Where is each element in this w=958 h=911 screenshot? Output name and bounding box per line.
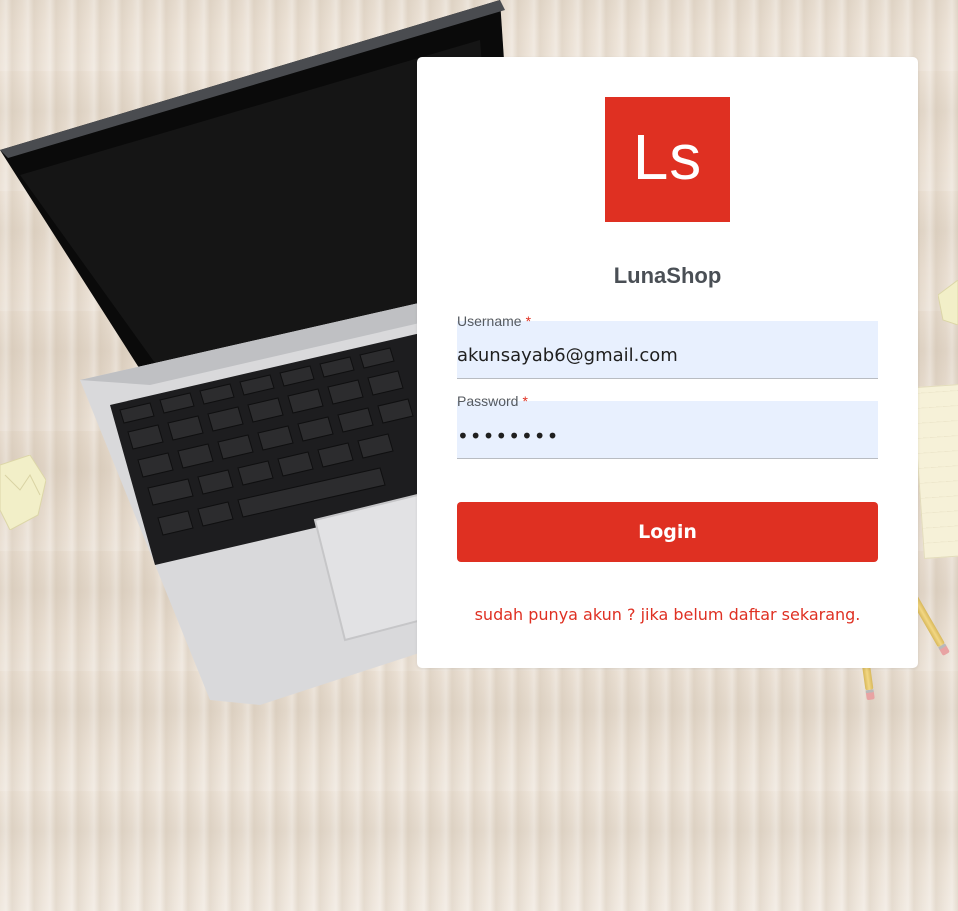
brand-logo-text: Ls	[632, 120, 703, 193]
brand-logo: Ls	[605, 97, 730, 222]
signup-link[interactable]: sudah punya akun ? jika belum daftar sek…	[417, 605, 918, 624]
password-label-text: Password	[457, 393, 519, 409]
password-input[interactable]	[457, 401, 878, 459]
login-button[interactable]: Login	[457, 502, 878, 562]
username-label-text: Username	[457, 313, 522, 329]
required-mark: *	[525, 313, 532, 329]
username-label: Username *	[457, 313, 531, 329]
notepad-image	[912, 383, 958, 559]
required-mark: *	[522, 393, 528, 409]
login-card: Ls LunaShop Username* Password* Login su…	[417, 57, 918, 668]
login-page: Ls LunaShop Username* Password* Login su…	[0, 0, 958, 911]
shop-name: LunaShop	[613, 263, 722, 288]
password-label: Password *	[457, 393, 528, 409]
paper-ball-image	[938, 280, 958, 325]
username-input[interactable]	[457, 321, 878, 379]
paper-ball-image	[0, 455, 46, 530]
